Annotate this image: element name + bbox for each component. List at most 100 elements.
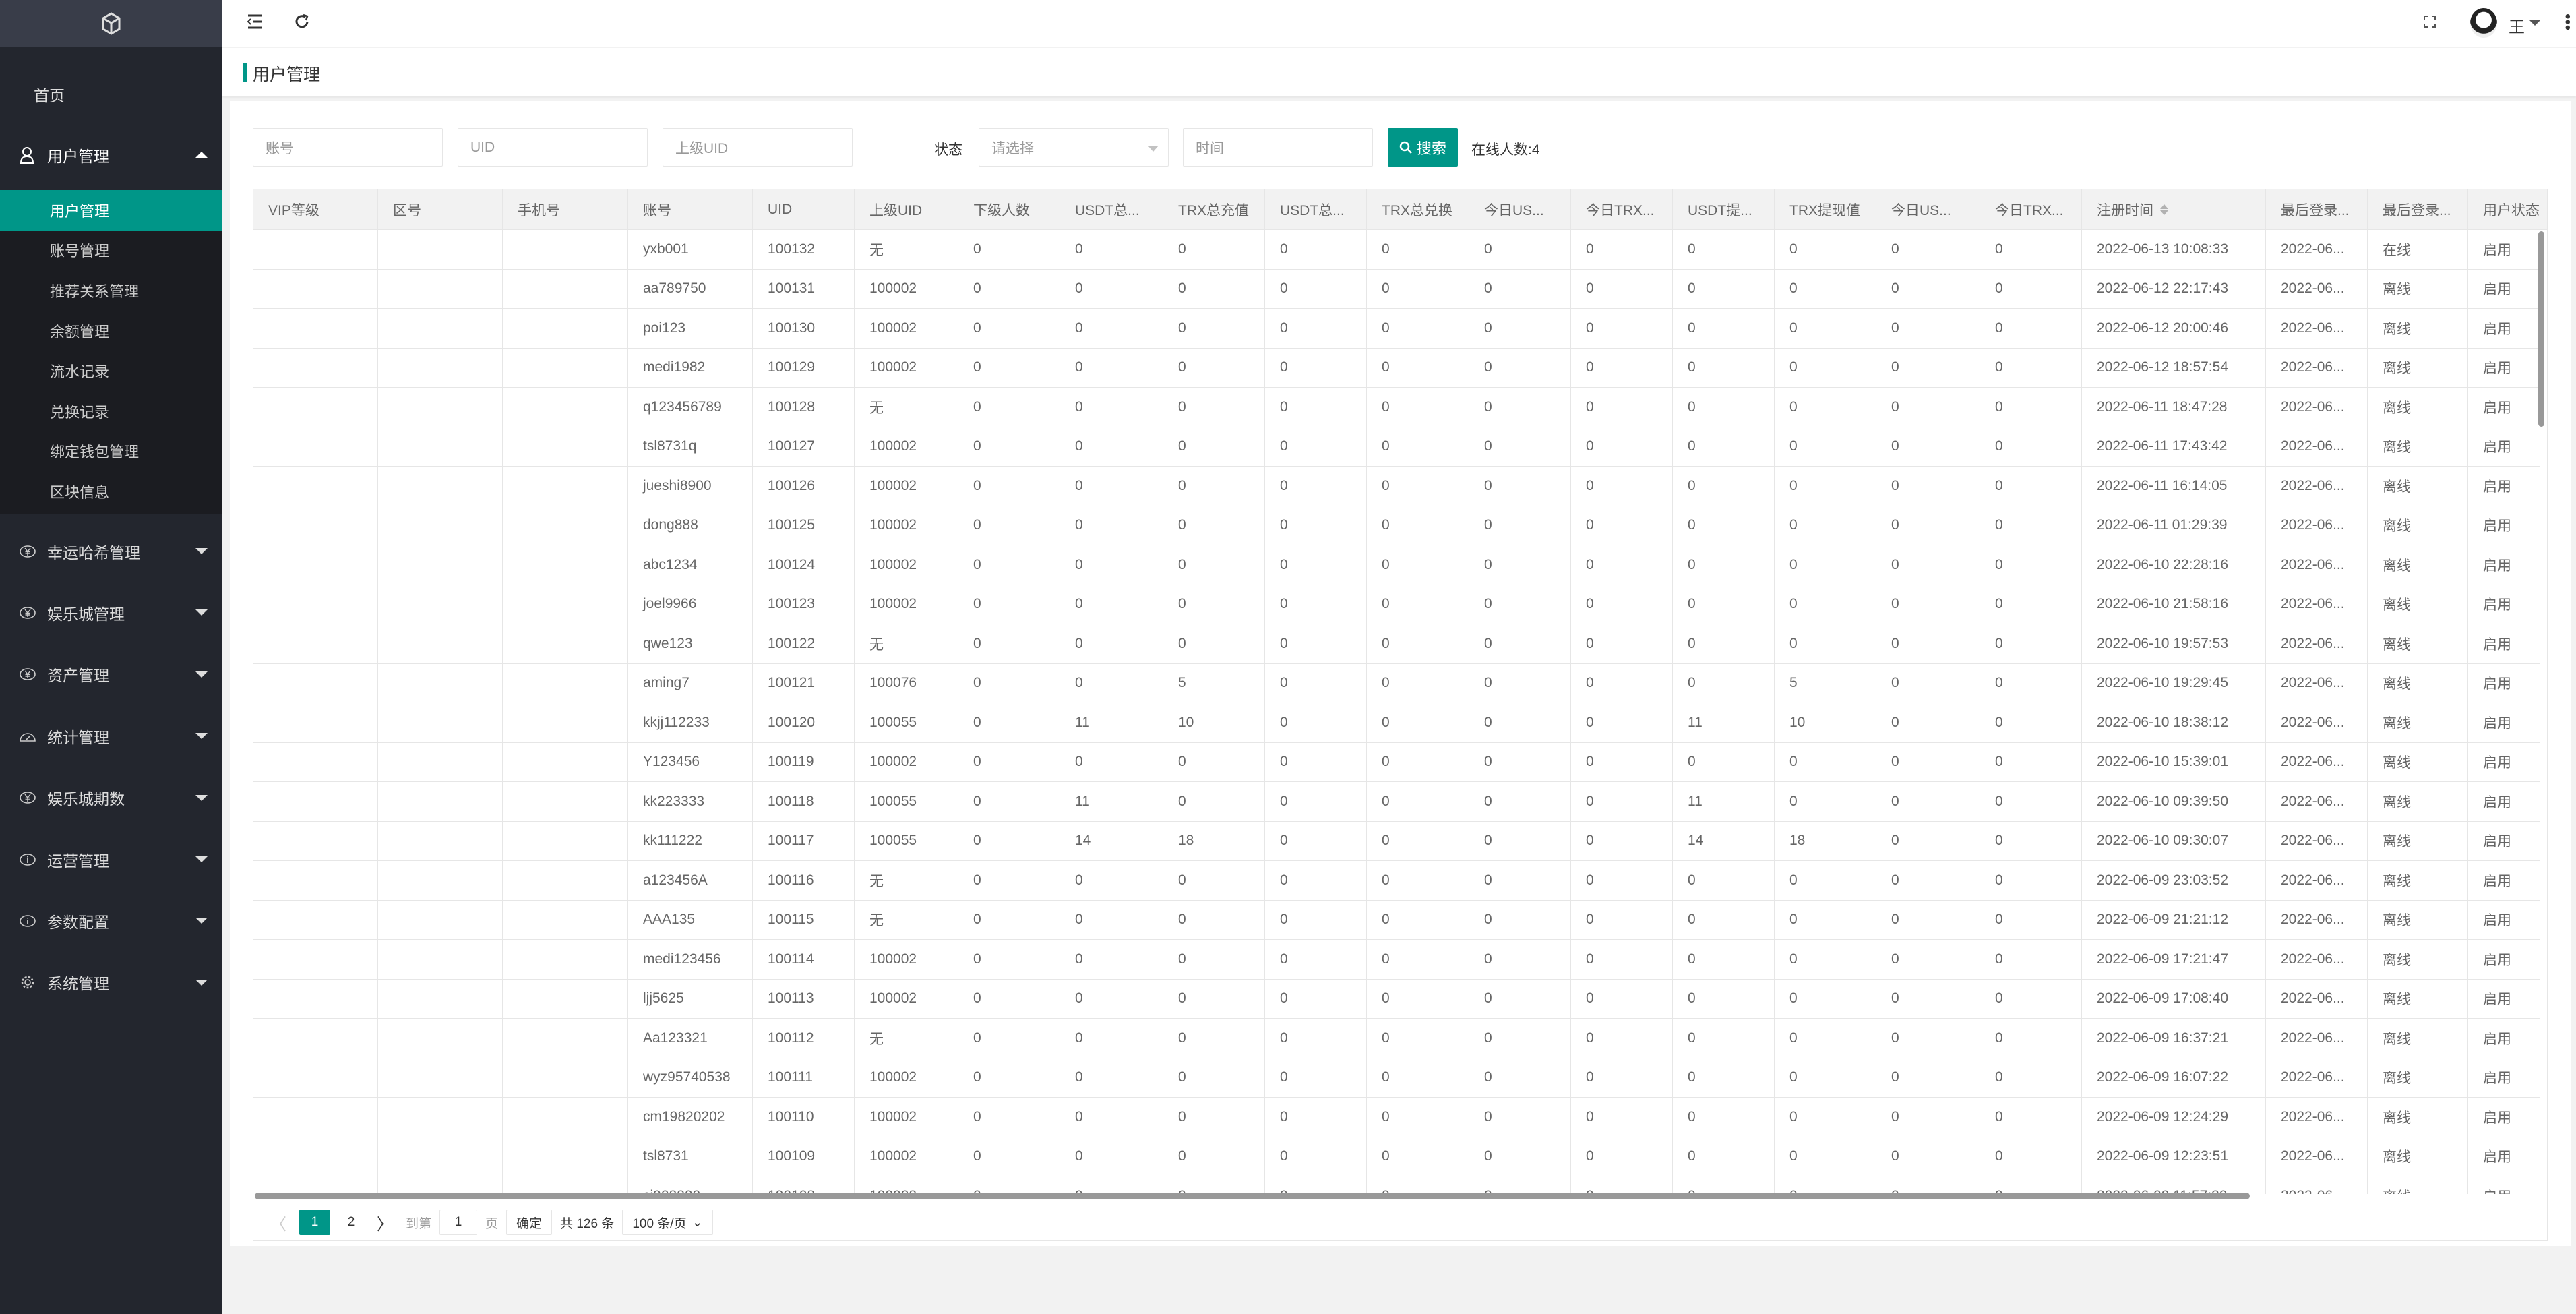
logo[interactable] [0,0,222,47]
refresh-icon[interactable] [294,13,310,30]
sidebar-group[interactable]: 统计管理 [0,705,222,767]
table-cell: 2022-06... [2266,269,2368,308]
table-row[interactable]: AAA135 100115 无 0 0 0 0 0 0 0 0 0 0 0 2022-06-09 21:21… [253,900,2540,940]
table-cell: 0 [1673,545,1775,585]
sidebar-item-home[interactable]: 首页 [0,63,222,125]
sidebar-group[interactable]: 资产管理 [0,644,222,705]
table-cell: joel9966 [628,585,753,624]
table-cell: 0 [1876,309,1980,348]
sidebar-subitem[interactable]: 余额管理 [0,311,222,351]
horizontal-scrollbar[interactable] [255,1193,2250,1199]
table-row[interactable]: abc1234 100124 100002 0 0 0 0 0 0 0 0 0 0 0 2022-06-10… [253,545,2540,585]
table-row[interactable]: jueshi8900 100126 100002 0 0 0 0 0 0 0 0 0 0 0 2022-06… [253,467,2540,506]
sidebar-group-user-management[interactable]: 用户管理 [0,124,222,185]
table-row[interactable]: yxb001 100132 无 0 0 0 0 0 0 0 0 0 0 0 2022-06-13 10:08… [253,230,2540,270]
sidebar-group[interactable]: 娱乐城期数 [0,767,222,829]
table-cell: 100002 [855,427,958,466]
confirm-button[interactable]: 确定 [506,1210,553,1235]
page-2-button[interactable]: 2 [338,1210,364,1235]
sidebar-subitem[interactable]: 流水记录 [0,351,222,391]
sidebar-subitem[interactable]: 绑定钱包管理 [0,431,222,472]
user-dropdown-caret-icon[interactable] [2529,20,2541,26]
status-select[interactable]: 请选择 [979,128,1169,167]
table-row[interactable]: ci902300100108100002000000000002022-06-0… [253,1176,2540,1194]
table-cell: 启用 [2468,230,2540,269]
sidebar-group[interactable]: 参数配置 [0,890,222,951]
column-header[interactable]: 注册时间 [2082,189,2266,229]
table-row[interactable]: aming7 100121 100076 0 0 5 0 0 0 0 0 5 0 0 2022-06-10 … [253,663,2540,703]
table-row[interactable]: q123456789 100128 无 0 0 0 0 0 0 0 0 0 0 0 2022-06-11 1… [253,388,2540,427]
table-row[interactable]: aa789750 100131 100002 0 0 0 0 0 0 0 0 0 0 0 2022-06-1… [253,269,2540,309]
table-row[interactable]: cm19820202 100110 100002 0 0 0 0 0 0 0 0 0 0 0 2022-06… [253,1098,2540,1137]
sidebar-subitem[interactable]: 推荐关系管理 [0,270,222,311]
uid-input[interactable]: UID [458,128,648,167]
table-row[interactable]: medi123456 100114 100002 0 0 0 0 0 0 0 0 0 0 0 2022-06… [253,940,2540,980]
table-cell: 100055 [855,703,958,742]
table-row[interactable]: tsl8731q 100127 100002 0 0 0 0 0 0 0 0 0 0 0 2022-06-1… [253,427,2540,467]
fullscreen-icon[interactable] [2423,15,2436,28]
sidebar-group[interactable]: 娱乐城管理 [0,582,222,643]
vertical-scrollbar[interactable] [2538,231,2544,427]
page-1-button[interactable]: 1 [299,1210,330,1235]
table-cell: 0 [1060,427,1163,466]
parent-uid-input[interactable]: 上级UID [663,128,853,167]
sidebar-subitem[interactable]: 账号管理 [0,231,222,271]
table-cell: 0 [1775,230,1876,269]
page-size-select[interactable]: 100 条/页 ⌄ [622,1210,713,1235]
goto-page-input[interactable]: 1 [439,1210,478,1235]
account-input[interactable]: 账号 [253,128,443,167]
table-cell: 0 [958,861,1060,900]
chevron-down-icon [1148,146,1159,152]
user-name[interactable]: 王 [2509,13,2525,37]
table-cell [503,1176,628,1194]
table-cell: 100125 [753,506,855,545]
table-row[interactable]: joel9966 100123 100002 0 0 0 0 0 0 0 0 0 0 0 2022-06-1… [253,585,2540,624]
table-row[interactable]: a123456A 100116 无 0 0 0 0 0 0 0 0 0 0 0 2022-06-09 23:… [253,861,2540,901]
table-cell: 0 [1469,427,1571,466]
table-row[interactable]: poi123 100130 100002 0 0 0 0 0 0 0 0 0 0 0 2022-06-12 … [253,309,2540,349]
table-cell: 14 [1673,821,1775,860]
table-cell: 0 [1163,348,1265,387]
table-cell: aa789750 [628,269,753,308]
sidebar-subitem[interactable]: 区块信息 [0,471,222,512]
sort-icon[interactable] [2160,204,2168,215]
more-menu-icon[interactable]: ••• [2558,13,2576,30]
info-icon [19,851,36,868]
table-cell: 100115 [753,900,855,939]
table-row[interactable]: Aa123321 100112 无 0 0 0 0 0 0 0 0 0 0 0 2022-06-09 16:… [253,1019,2540,1058]
table-cell: kk223333 [628,782,753,821]
table-cell: 启用 [2468,585,2540,624]
table-row[interactable]: Y123456 100119 100002 0 0 0 0 0 0 0 0 0 0 0 2022-06-10… [253,742,2540,782]
caret-down-icon [195,671,208,678]
table-row[interactable]: ljj5625 100113 100002 0 0 0 0 0 0 0 0 0 0 0 2022-06-09… [253,979,2540,1019]
table-row[interactable]: qwe123 100122 无 0 0 0 0 0 0 0 0 0 0 0 2022-06-10 19:57… [253,624,2540,664]
table-row[interactable]: medi1982 100129 100002 0 0 0 0 0 0 0 0 0 0 0 2022-06-1… [253,348,2540,388]
table-row[interactable]: kk111222 100117 100055 0 14 18 0 0 0 0 14 18 0 0 2022-… [253,821,2540,861]
table-row[interactable]: wyz95740538 100111 100002 0 0 0 0 0 0 0 0 0 0 0 2022-0… [253,1058,2540,1098]
sidebar-subitem[interactable]: 用户管理 [0,190,222,231]
sidebar-group[interactable]: 幸运哈希管理 [0,520,222,582]
table-row[interactable]: tsl8731 100109 100002 0 0 0 0 0 0 0 0 0 0 0 2022-06-09… [253,1137,2540,1176]
table-cell: Aa123321 [628,1019,753,1058]
time-input[interactable]: 时间 [1183,128,1373,167]
table-row[interactable]: dong888 100125 100002 0 0 0 0 0 0 0 0 0 0 0 2022-06-11… [253,506,2540,545]
table-cell [378,309,503,348]
next-page-button[interactable]: 〉 [372,1210,398,1235]
table-cell: 0 [1571,703,1673,742]
table-row[interactable]: kk223333 100118 100055 0 11 0 0 0 0 0 11 0 0 0 2022-06… [253,782,2540,822]
table-cell: 0 [1367,467,1469,506]
prev-page-button[interactable]: 〈 [266,1210,291,1235]
collapse-menu-icon[interactable] [247,13,263,30]
sidebar-subitem[interactable]: 兑换记录 [0,391,222,431]
table-cell: 启用 [2468,703,2540,742]
sidebar-group[interactable]: 运营管理 [0,829,222,890]
sidebar-group[interactable]: 系统管理 [0,952,222,1013]
search-button[interactable]: 搜索 [1388,128,1458,167]
column-header: 今日US... [1876,189,1980,229]
table-cell: 0 [1469,703,1571,742]
table-cell: 离线 [2368,782,2468,821]
table-cell: 0 [1265,230,1367,269]
table-row[interactable]: kkjj112233 100120 100055 0 11 10 0 0 0 0 11 10 0 0 202… [253,703,2540,743]
table-cell: 启用 [2468,1058,2540,1098]
avatar[interactable] [2470,8,2497,38]
